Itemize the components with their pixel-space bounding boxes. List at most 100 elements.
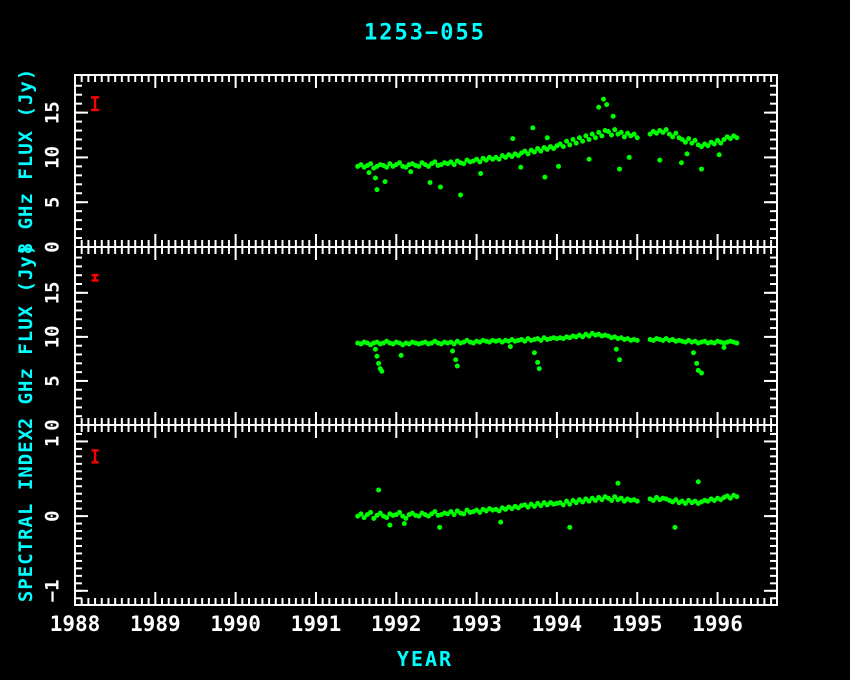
data-point-outlier (366, 170, 371, 175)
data-point-outlier (535, 360, 540, 365)
y-axis-label-2ghz: 2 GHz FLUX (Jy) (15, 243, 37, 430)
y-tick-label: 5 (42, 375, 64, 386)
data-point (734, 135, 739, 140)
data-point-outlier (617, 357, 622, 362)
data-point (693, 138, 698, 143)
y-tick-label: 10 (42, 325, 64, 348)
data-point-outlier (532, 350, 537, 355)
y-tick-label: 0 (42, 419, 64, 430)
data-point (593, 135, 598, 140)
data-point-outlier (691, 350, 696, 355)
data-point-outlier (567, 525, 572, 530)
data-point (635, 135, 640, 140)
data-point-outlier (657, 158, 662, 163)
data-point (612, 127, 617, 132)
data-point-outlier (375, 187, 380, 192)
data-point (609, 133, 614, 138)
data-point-outlier (376, 487, 381, 492)
data-point-outlier (587, 157, 592, 162)
y-tick-label: 5 (42, 196, 64, 207)
x-tick-label: 1992 (371, 612, 422, 636)
data-point-outlier (373, 176, 378, 181)
data-point (635, 338, 640, 343)
panel-frame-8ghz-flux (75, 75, 777, 247)
data-point (734, 494, 739, 499)
data-point-outlier (453, 357, 458, 362)
data-point-outlier (438, 184, 443, 189)
y-tick-label: 0 (42, 510, 64, 521)
data-point-outlier (615, 481, 620, 486)
data-point (368, 161, 373, 166)
data-point-outlier (373, 347, 378, 352)
data-point-outlier (375, 354, 380, 359)
data-point-outlier (699, 167, 704, 172)
panel-frame-2ghz-flux (75, 247, 777, 425)
data-point-outlier (437, 525, 442, 530)
x-tick-label: 1996 (692, 612, 743, 636)
data-point-outlier (685, 151, 690, 156)
y-axis-label-spectral-index: SPECTRAL INDEX (15, 428, 37, 602)
x-tick-label: 1990 (210, 612, 261, 636)
data-point (580, 139, 585, 144)
data-point-outlier (604, 102, 609, 107)
data-point-outlier (376, 361, 381, 366)
y-tick-label: 1 (42, 436, 64, 447)
data-point-outlier (717, 152, 722, 157)
data-point-outlier (428, 180, 433, 185)
data-point-outlier (518, 165, 523, 170)
data-point-outlier (508, 344, 513, 349)
data-point-outlier (627, 155, 632, 160)
data-point-outlier (601, 97, 606, 102)
data-point (574, 141, 579, 146)
data-point-outlier (455, 363, 460, 368)
data-point-outlier (694, 361, 699, 366)
data-point-outlier (672, 525, 677, 530)
x-tick-label: 1994 (532, 612, 583, 636)
data-point-outlier (537, 366, 542, 371)
data-point-outlier (545, 135, 550, 140)
data-point (664, 127, 669, 132)
light-curve-figure: 1253−055 15105015105010−1198819891990199… (0, 0, 850, 680)
data-point (599, 133, 604, 138)
data-point-outlier (383, 179, 388, 184)
data-point (567, 142, 572, 147)
data-point-outlier (387, 523, 392, 528)
data-point-outlier (721, 345, 726, 350)
x-tick-label: 1988 (50, 612, 101, 636)
data-point-outlier (510, 136, 515, 141)
data-point-outlier (614, 347, 619, 352)
y-axis-label-8ghz: 8 GHz FLUX (Jy) (15, 68, 37, 255)
data-point (619, 130, 624, 135)
figure-title: 1253−055 (364, 21, 486, 46)
y-tick-label: −1 (42, 579, 64, 602)
data-point-outlier (542, 175, 547, 180)
data-point-outlier (402, 521, 407, 526)
data-point-outlier (498, 520, 503, 525)
data-point-outlier (611, 114, 616, 119)
data-point-outlier (399, 353, 404, 358)
x-tick-label: 1995 (612, 612, 663, 636)
plot-canvas: 15105015105010−1198819891990199119921993… (0, 0, 850, 680)
data-point-outlier (408, 169, 413, 174)
data-point (635, 499, 640, 504)
y-tick-label: 10 (42, 146, 64, 169)
data-point (561, 144, 566, 149)
data-point-outlier (450, 348, 455, 353)
data-point-outlier (556, 164, 561, 169)
data-point-outlier (699, 371, 704, 376)
data-point-outlier (696, 479, 701, 484)
x-axis-label: YEAR (397, 647, 453, 671)
data-point (587, 137, 592, 142)
data-point (368, 510, 373, 515)
data-point-outlier (679, 160, 684, 165)
data-point-outlier (617, 167, 622, 172)
data-point (734, 341, 739, 346)
x-tick-label: 1991 (291, 612, 342, 636)
data-point-outlier (379, 369, 384, 374)
data-point-outlier (458, 193, 463, 198)
data-point (673, 131, 678, 136)
x-tick-label: 1993 (451, 612, 502, 636)
y-tick-label: 0 (42, 241, 64, 252)
y-tick-label: 15 (42, 101, 64, 124)
x-tick-label: 1989 (130, 612, 181, 636)
